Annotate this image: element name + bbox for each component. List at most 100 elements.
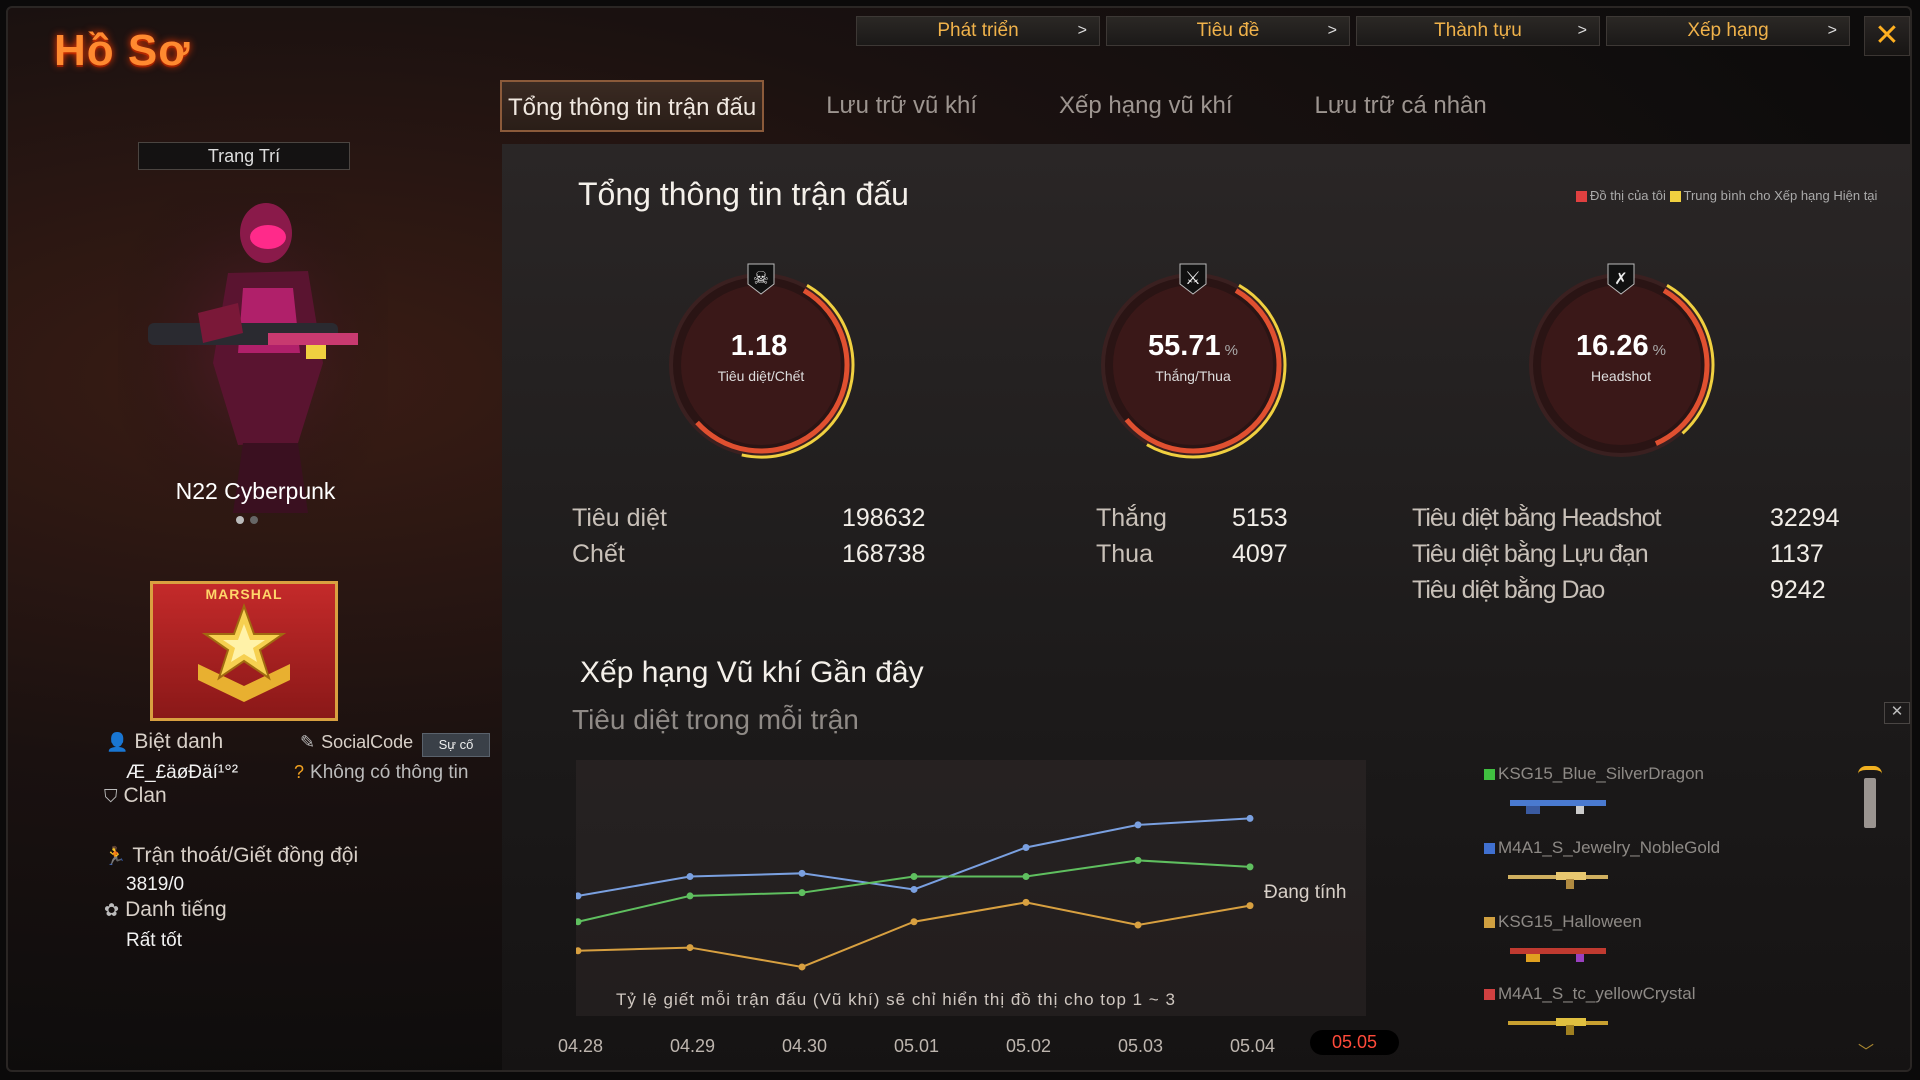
report-button[interactable]: Sự cố [422, 733, 490, 757]
data-point[interactable] [798, 869, 806, 877]
legend-mine-swatch [1576, 191, 1587, 203]
close-icon: ✕ [1890, 703, 1904, 720]
deaths-value: 168738 [842, 540, 926, 568]
top-tab-achievements[interactable]: Thành tựu > [1356, 16, 1600, 46]
gauge-unit: % [1652, 342, 1666, 359]
data-point[interactable] [1246, 814, 1254, 822]
reputation-label: Danh tiếng [125, 898, 227, 921]
escape-value: 3819/0 [126, 874, 185, 895]
rifle-icon [1508, 1018, 1608, 1035]
data-point[interactable] [1134, 856, 1142, 864]
tab-weapon-ranking[interactable]: Xếp hạng vũ khí [1051, 80, 1240, 132]
gauge-label: Tiêu diệt/Chết [717, 368, 805, 384]
data-point[interactable] [910, 885, 918, 893]
data-point[interactable] [1022, 843, 1030, 851]
top-tab-titles[interactable]: Tiêu đề > [1106, 16, 1350, 46]
summary-heading: Tổng thông tin trận đấu [578, 176, 909, 212]
top-tab-label: Xếp hạng [1687, 20, 1769, 41]
x-tick-label[interactable]: 05.01 [894, 1036, 939, 1057]
weapon-list-item[interactable]: M4A1_S_Jewelry_NobleGold [1484, 838, 1720, 858]
weapon-list-item[interactable]: M4A1_S_tc_yellowCrystal [1484, 984, 1695, 1004]
close-button[interactable]: ✕ [1864, 16, 1910, 56]
data-point[interactable] [798, 963, 806, 971]
collapse-button[interactable]: ✕ [1884, 702, 1910, 724]
gauge-value-number: 1.18 [730, 330, 788, 362]
headshot-kills-value: 32294 [1770, 504, 1840, 532]
escape-label-row: 🏃 Trận thoát/Giết đồng đội [104, 844, 358, 868]
data-point[interactable] [1134, 921, 1142, 929]
nickname-label: Biệt danh [134, 730, 224, 753]
crossed-guns-icon: ✗ [1614, 269, 1627, 288]
line-chart [574, 814, 1254, 971]
x-tick-label[interactable]: 04.28 [558, 1036, 603, 1057]
legend-average-swatch [1669, 191, 1681, 203]
close-icon: ✕ [1874, 19, 1900, 52]
rank-badge: MARSHAL [150, 581, 338, 721]
scrollbar-thumb[interactable] [1864, 778, 1876, 828]
data-point[interactable] [574, 918, 582, 926]
clan-label-row: ⛉ Clan [104, 784, 167, 808]
x-tick-label[interactable]: 05.02 [1006, 1036, 1051, 1057]
data-point[interactable] [1246, 902, 1254, 910]
data-point[interactable] [1134, 821, 1142, 829]
weapon-name: M4A1_S_Jewelry_NobleGold [1498, 838, 1721, 857]
weapon-name: KSG15_Halloween [1498, 912, 1642, 931]
gauge-value: 16.26% [1516, 330, 1726, 363]
data-point[interactable] [1246, 863, 1254, 871]
gauge-value-number: 16.26 [1576, 330, 1649, 362]
data-point[interactable] [1022, 898, 1030, 906]
gauge-ring: ☠ [667, 263, 855, 459]
data-point[interactable] [686, 944, 694, 952]
pen-icon: ✎ [300, 732, 316, 752]
tab-match-summary[interactable]: Tổng thông tin trận đấu [500, 80, 765, 132]
weapon-list-item[interactable]: KSG15_Blue_SilverDragon [1484, 764, 1704, 784]
nickname-value: Æ_£äøÐäí¹°² [126, 762, 239, 783]
data-point[interactable] [574, 947, 582, 955]
rifle-icon [1508, 872, 1608, 889]
carousel-dot[interactable] [250, 516, 258, 524]
data-point[interactable] [686, 892, 694, 900]
weapon-name: KSG15_Blue_SilverDragon [1498, 764, 1705, 783]
gauge-value: 1.18 [656, 330, 866, 363]
window-title: Hồ Sơ [54, 26, 191, 75]
reputation-value: Rất tốt [126, 930, 182, 951]
gauge-unit: % [1224, 342, 1238, 359]
gauge-ring: ⚔ [1099, 263, 1287, 459]
tab-personal-archive[interactable]: Lưu trữ cá nhân [1307, 80, 1495, 132]
decorate-button[interactable]: Trang Trí [138, 142, 350, 170]
x-tick-label[interactable]: 04.29 [670, 1036, 715, 1057]
scroll-up-button[interactable] [1858, 766, 1882, 776]
data-point[interactable] [798, 889, 806, 897]
x-tick-label[interactable]: 05.04 [1230, 1036, 1275, 1057]
knife-kills-label: Tiêu diệt bằng Dao [1412, 576, 1605, 604]
gauge-label: Headshot [1591, 368, 1651, 384]
losses-value: 4097 [1232, 540, 1288, 568]
chevron-down-icon[interactable]: ﹀ [1858, 1038, 1874, 1062]
x-tick-label[interactable]: 05.03 [1118, 1036, 1163, 1057]
data-point[interactable] [1022, 873, 1030, 881]
data-point[interactable] [910, 873, 918, 881]
flower-icon: ✿ [104, 900, 120, 920]
top-tab-label: Thành tựu [1434, 20, 1522, 41]
x-tick-label-selected[interactable]: 05.05 [1310, 1030, 1400, 1055]
legend-mine-label: Đồ thị của tôi [1590, 188, 1666, 203]
main-tabs: Tổng thông tin trận đấu Lưu trữ vũ khí X… [500, 80, 1561, 132]
crossed-swords-icon: ⚔ [1185, 268, 1201, 289]
data-point[interactable] [574, 892, 582, 900]
weapon-rank-heading: Xếp hạng Vũ khí Gần đây [580, 656, 924, 689]
reputation-label-row: ✿ Danh tiếng [104, 898, 227, 922]
data-point[interactable] [910, 918, 918, 926]
data-point[interactable] [686, 873, 694, 881]
weapon-name: M4A1_S_tc_yellowCrystal [1498, 984, 1696, 1003]
socialcode-info-row: ? Không có thông tin [294, 762, 468, 784]
nickname-label-row: 👤 Biệt danh [106, 730, 223, 754]
top-tab-development[interactable]: Phát triển > [856, 16, 1100, 46]
top-tabs: Phát triển > Tiêu đề > Thành tựu > Xếp hạng… [856, 16, 1850, 46]
socialcode-label: SocialCode [321, 732, 414, 752]
weapon-list-item[interactable]: KSG15_Halloween [1484, 912, 1642, 932]
carousel-dot[interactable] [236, 516, 244, 524]
tab-weapon-archive[interactable]: Lưu trữ vũ khí [818, 80, 985, 132]
headshot-kills-label: Tiêu diệt bằng Headshot [1412, 504, 1661, 532]
top-tab-ranking[interactable]: Xếp hạng > [1606, 16, 1850, 46]
x-tick-label[interactable]: 04.30 [782, 1036, 827, 1057]
